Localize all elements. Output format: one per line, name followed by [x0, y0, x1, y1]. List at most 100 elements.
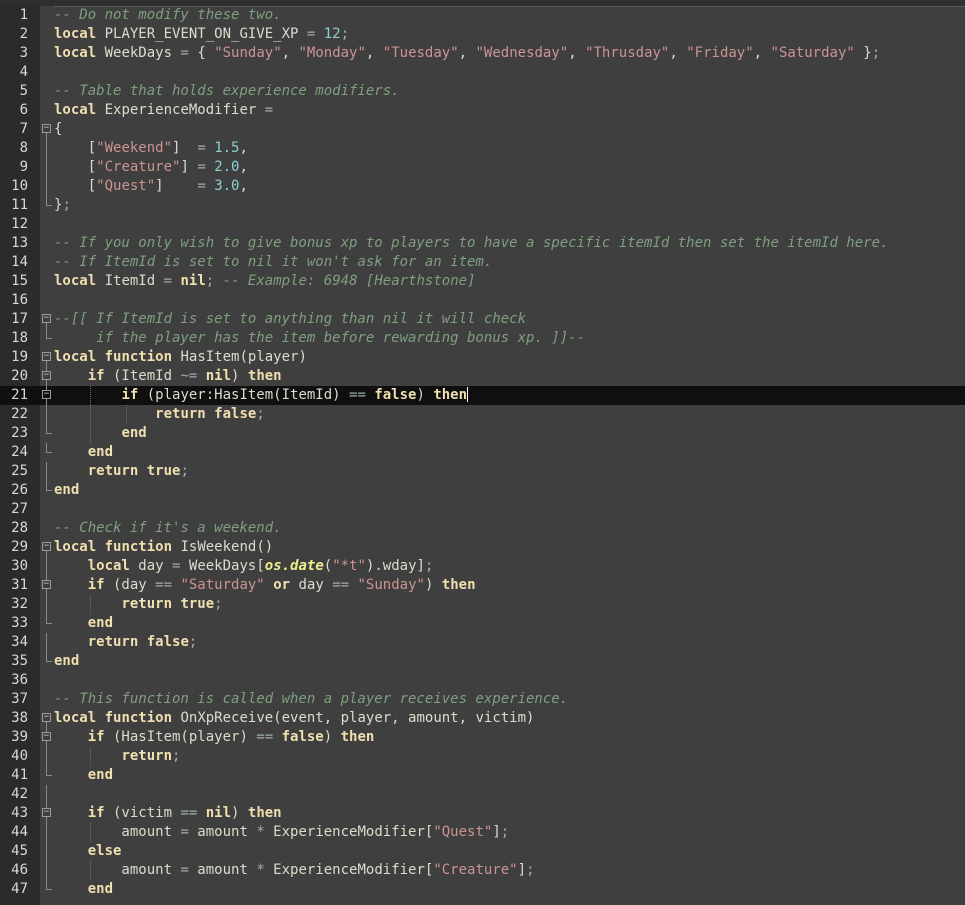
code-line[interactable]: 5 -- Table that holds experience modifier… — [0, 82, 965, 101]
code-line[interactable]: 27 — [0, 500, 965, 519]
fold-toggle-icon[interactable]: − — [40, 386, 54, 405]
fold-toggle-icon[interactable]: − — [40, 348, 54, 367]
code-text[interactable]: if (victim == nil) then — [54, 804, 282, 823]
code-text[interactable]: return; — [54, 747, 180, 766]
code-line[interactable]: 2 local PLAYER_EVENT_ON_GIVE_XP = 12; — [0, 25, 965, 44]
code-text[interactable]: end — [54, 424, 146, 443]
code-line[interactable]: 44 amount = amount * ExperienceModifier[… — [0, 823, 965, 842]
code-text[interactable]: local ItemId = nil; -- Example: 6948 [He… — [54, 272, 476, 291]
code-line[interactable]: 37 -- This function is called when a play… — [0, 690, 965, 709]
code-text[interactable]: ["Quest"] = 3.0, — [54, 177, 248, 196]
fold-toggle-icon[interactable]: − — [40, 538, 54, 557]
code-line[interactable]: 25 return true; — [0, 462, 965, 481]
code-line[interactable]: 10 ["Quest"] = 3.0, — [0, 177, 965, 196]
code-line[interactable]: 19− local function HasItem(player) — [0, 348, 965, 367]
code-line[interactable]: 28 -- Check if it's a weekend. — [0, 519, 965, 538]
code-text[interactable]: end — [54, 614, 113, 633]
fold-toggle-icon[interactable]: − — [40, 367, 54, 386]
code-line[interactable]: 26 end — [0, 481, 965, 500]
code-text[interactable]: if (day == "Saturday" or day == "Sunday"… — [54, 576, 476, 595]
code-line[interactable]: 22 return false; — [0, 405, 965, 424]
code-line[interactable]: 21− if (player:HasItem(ItemId) == false)… — [0, 386, 965, 405]
code-line[interactable]: 30 local day = WeekDays[os.date("*t").wd… — [0, 557, 965, 576]
code-line[interactable]: 41 end — [0, 766, 965, 785]
code-line[interactable]: 33 end — [0, 614, 965, 633]
code-line[interactable]: 16 — [0, 291, 965, 310]
code-text[interactable]: -- If you only wish to give bonus xp to … — [54, 234, 888, 253]
code-line[interactable]: 20− if (ItemId ~= nil) then — [0, 367, 965, 386]
code-text[interactable]: -- Table that holds experience modifiers… — [54, 82, 400, 101]
code-text[interactable]: -- Check if it's a weekend. — [54, 519, 282, 538]
code-text[interactable]: return true; — [54, 462, 189, 481]
code-line[interactable]: 29− local function IsWeekend() — [0, 538, 965, 557]
code-line[interactable]: 9 ["Creature"] = 2.0, — [0, 158, 965, 177]
code-line[interactable]: 40 return; — [0, 747, 965, 766]
fold-toggle-icon[interactable]: − — [40, 120, 54, 139]
code-text[interactable]: local day = WeekDays[os.date("*t").wday]… — [54, 557, 434, 576]
code-line[interactable]: 4 — [0, 63, 965, 82]
code-line[interactable]: 12 — [0, 215, 965, 234]
code-line[interactable]: 47 end — [0, 880, 965, 899]
code-text[interactable]: local function HasItem(player) — [54, 348, 307, 367]
code-text[interactable]: if (player:HasItem(ItemId) == false) the… — [54, 386, 469, 405]
code-line[interactable]: 36 — [0, 671, 965, 690]
code-line[interactable]: 32 return true; — [0, 595, 965, 614]
code-text[interactable]: local PLAYER_EVENT_ON_GIVE_XP = 12; — [54, 25, 349, 44]
code-line[interactable]: 31− if (day == "Saturday" or day == "Sun… — [0, 576, 965, 595]
code-line[interactable]: 15 local ItemId = nil; -- Example: 6948 [… — [0, 272, 965, 291]
code-line[interactable]: 34 return false; — [0, 633, 965, 652]
code-text[interactable]: --[[ If ItemId is set to anything than n… — [54, 310, 526, 329]
code-text[interactable]: amount = amount * ExperienceModifier["Cr… — [54, 861, 534, 880]
code-line[interactable]: 8 ["Weekend"] = 1.5, — [0, 139, 965, 158]
fold-toggle-icon[interactable]: − — [40, 310, 54, 329]
code-line[interactable]: 46 amount = amount * ExperienceModifier[… — [0, 861, 965, 880]
fold-toggle-icon[interactable]: − — [40, 576, 54, 595]
code-line[interactable]: 3 local WeekDays = { "Sunday", "Monday", … — [0, 44, 965, 63]
code-text[interactable]: end — [54, 880, 113, 899]
code-text[interactable]: local function IsWeekend() — [54, 538, 273, 557]
code-line[interactable]: 13 -- If you only wish to give bonus xp t… — [0, 234, 965, 253]
code-text[interactable]: else — [54, 842, 122, 861]
code-text[interactable]: local WeekDays = { "Sunday", "Monday", "… — [54, 44, 880, 63]
code-text[interactable]: return false; — [54, 405, 265, 424]
code-line[interactable]: 1 -- Do not modify these two. — [0, 6, 965, 25]
code-line[interactable]: 17− --[[ If ItemId is set to anything tha… — [0, 310, 965, 329]
code-text[interactable]: -- If ItemId is set to nil it won't ask … — [54, 253, 492, 272]
code-text[interactable]: { — [54, 120, 62, 139]
code-text[interactable]: ["Creature"] = 2.0, — [54, 158, 248, 177]
code-text[interactable]: local ExperienceModifier = — [54, 101, 273, 120]
code-text[interactable]: end — [54, 443, 113, 462]
fold-toggle-icon[interactable]: − — [40, 804, 54, 823]
code-text[interactable]: if (ItemId ~= nil) then — [54, 367, 282, 386]
code-editor[interactable]: 1 -- Do not modify these two. 2 local PLAYE… — [0, 0, 965, 905]
code-text[interactable]: end — [54, 481, 79, 500]
code-line[interactable]: 7−{ — [0, 120, 965, 139]
code-text[interactable]: if the player has the item before reward… — [54, 329, 585, 348]
code-line[interactable]: 43− if (victim == nil) then — [0, 804, 965, 823]
code-text[interactable]: return false; — [54, 633, 198, 652]
fold-toggle-icon[interactable]: − — [40, 709, 54, 728]
code-line[interactable]: 24 end — [0, 443, 965, 462]
code-line[interactable]: 11}; — [0, 196, 965, 215]
code-text[interactable]: return true; — [54, 595, 222, 614]
code-line[interactable]: 39− if (HasItem(player) == false) then — [0, 728, 965, 747]
code-text[interactable]: -- Do not modify these two. — [54, 6, 282, 25]
code-text[interactable]: end — [54, 766, 113, 785]
code-text[interactable]: if (HasItem(player) == false) then — [54, 728, 375, 747]
code-line[interactable]: 42 — [0, 785, 965, 804]
code-text[interactable]: end — [54, 652, 79, 671]
code-text[interactable]: amount = amount * ExperienceModifier["Qu… — [54, 823, 509, 842]
code-line[interactable]: 45 else — [0, 842, 965, 861]
code-text[interactable]: -- This function is called when a player… — [54, 690, 568, 709]
code-text[interactable]: }; — [54, 196, 71, 215]
code-lines[interactable]: 1 -- Do not modify these two. 2 local PLAYE… — [0, 6, 965, 899]
code-line[interactable]: 14 -- If ItemId is set to nil it won't as… — [0, 253, 965, 272]
code-text[interactable]: ["Weekend"] = 1.5, — [54, 139, 248, 158]
code-line[interactable]: 38− local function OnXpReceive(event, pla… — [0, 709, 965, 728]
code-line[interactable]: 18 if the player has the item before rew… — [0, 329, 965, 348]
code-line[interactable]: 23 end — [0, 424, 965, 443]
code-line[interactable]: 35 end — [0, 652, 965, 671]
code-text[interactable]: local function OnXpReceive(event, player… — [54, 709, 534, 728]
fold-toggle-icon[interactable]: − — [40, 728, 54, 747]
code-line[interactable]: 6 local ExperienceModifier = — [0, 101, 965, 120]
